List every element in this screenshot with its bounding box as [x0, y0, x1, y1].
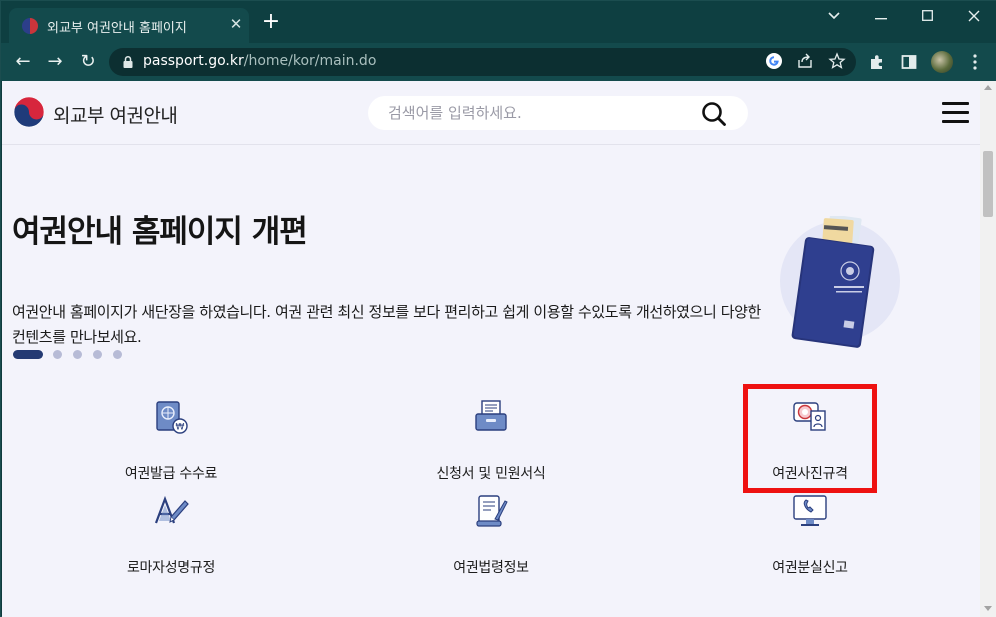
search-input[interactable] — [388, 96, 688, 130]
address-bar[interactable]: passport.go.kr/home/kor/main.do — [109, 48, 856, 76]
scroll-up-arrow-icon[interactable] — [984, 85, 992, 90]
taegeuk-favicon-icon — [22, 18, 38, 34]
new-tab-button[interactable]: + — [259, 11, 283, 35]
menu-item-passport-fee[interactable]: ₩ 여권발급 수수료 — [71, 387, 271, 482]
site-header: 외교부 여권안내 — [2, 81, 980, 145]
page-viewport: 외교부 여권안내 여권안내 홈페이지 개편 여권안내 홈페이지가 새단장을 하였… — [2, 81, 980, 617]
url-path: /home/kor/main.do — [243, 53, 377, 69]
share-icon[interactable] — [795, 52, 815, 72]
minimize-button[interactable] — [865, 5, 897, 27]
menu-label-application-forms: 신청서 및 민원서식 — [436, 466, 546, 482]
lost-report-icon — [793, 495, 827, 526]
slide-dot-1-active[interactable] — [13, 350, 43, 359]
law-scroll-icon — [476, 495, 508, 527]
maximize-button[interactable] — [911, 5, 943, 27]
url-text[interactable]: passport.go.kr/home/kor/main.do — [143, 53, 376, 69]
passport-illustration-icon — [780, 216, 900, 348]
tab-title: 외교부 여권안내 홈페이지 — [47, 21, 187, 36]
window-menu-chevron-icon[interactable] — [818, 5, 850, 27]
browser-window: 외교부 여권안내 홈페이지 ✕ + ← → ↻ passport.go.kr/h… — [0, 0, 996, 617]
hero-headline: 여권안내 홈페이지 개편 — [12, 214, 308, 250]
menu-item-romanization[interactable]: 로마자성명규정 — [71, 481, 271, 576]
menu-label-passport-law: 여권법령정보 — [453, 560, 529, 576]
google-translate-icon[interactable] — [764, 52, 784, 72]
menu-label-lost-report: 여권분실신고 — [772, 560, 848, 576]
menu-label-passport-fee: 여권발급 수수료 — [124, 466, 218, 482]
bookmark-star-icon[interactable] — [827, 52, 847, 72]
back-button[interactable]: ← — [10, 49, 36, 75]
hero-description: 여권안내 홈페이지가 새단장을 하였습니다. 여권 관련 최신 정보를 보다 편… — [12, 303, 761, 346]
url-host: passport.go.kr — [143, 53, 244, 69]
romanization-icon — [154, 495, 189, 524]
slide-dot-3[interactable] — [73, 350, 82, 359]
side-panel-icon[interactable] — [899, 53, 919, 73]
slide-dot-4[interactable] — [93, 350, 102, 359]
taegeuk-logo-icon[interactable] — [13, 96, 45, 128]
menu-label-romanization: 로마자성명규정 — [126, 560, 216, 576]
page-scrollbar[interactable] — [980, 81, 996, 617]
menu-item-application-forms[interactable]: 신청서 및 민원서식 — [391, 387, 591, 482]
slide-dot-5[interactable] — [113, 350, 122, 359]
search-icon[interactable] — [701, 101, 727, 127]
close-window-button[interactable] — [958, 5, 990, 27]
lock-icon[interactable] — [121, 55, 135, 69]
extensions-puzzle-icon[interactable] — [867, 53, 887, 73]
passport-fee-icon: ₩ — [156, 401, 188, 434]
scroll-thumb[interactable] — [983, 151, 993, 217]
site-logo-text[interactable]: 외교부 여권안내 — [53, 101, 178, 128]
menu-item-lost-report[interactable]: 여권분실신고 — [710, 481, 910, 576]
hamburger-menu-icon[interactable] — [942, 102, 969, 124]
tab-close-icon[interactable]: ✕ — [227, 15, 245, 33]
menu-item-passport-law[interactable]: 여권법령정보 — [391, 481, 591, 576]
kebab-menu-icon[interactable] — [965, 53, 985, 73]
highlight-box-passport-photo — [743, 384, 877, 493]
browser-tab[interactable]: 외교부 여권안내 홈페이지 ✕ — [9, 8, 249, 43]
site-search-bar[interactable] — [368, 96, 748, 130]
title-bar: 외교부 여권안내 홈페이지 ✕ + — [1, 1, 996, 43]
browser-toolbar: ← → ↻ passport.go.kr/home/kor/main.do — [1, 43, 996, 81]
slide-dot-2[interactable] — [53, 350, 62, 359]
application-form-icon — [475, 400, 507, 431]
svg-text:₩: ₩ — [176, 423, 185, 433]
forward-button[interactable]: → — [42, 49, 68, 75]
scroll-down-arrow-icon[interactable] — [984, 606, 992, 611]
profile-avatar[interactable] — [931, 51, 953, 73]
reload-button[interactable]: ↻ — [75, 49, 101, 75]
